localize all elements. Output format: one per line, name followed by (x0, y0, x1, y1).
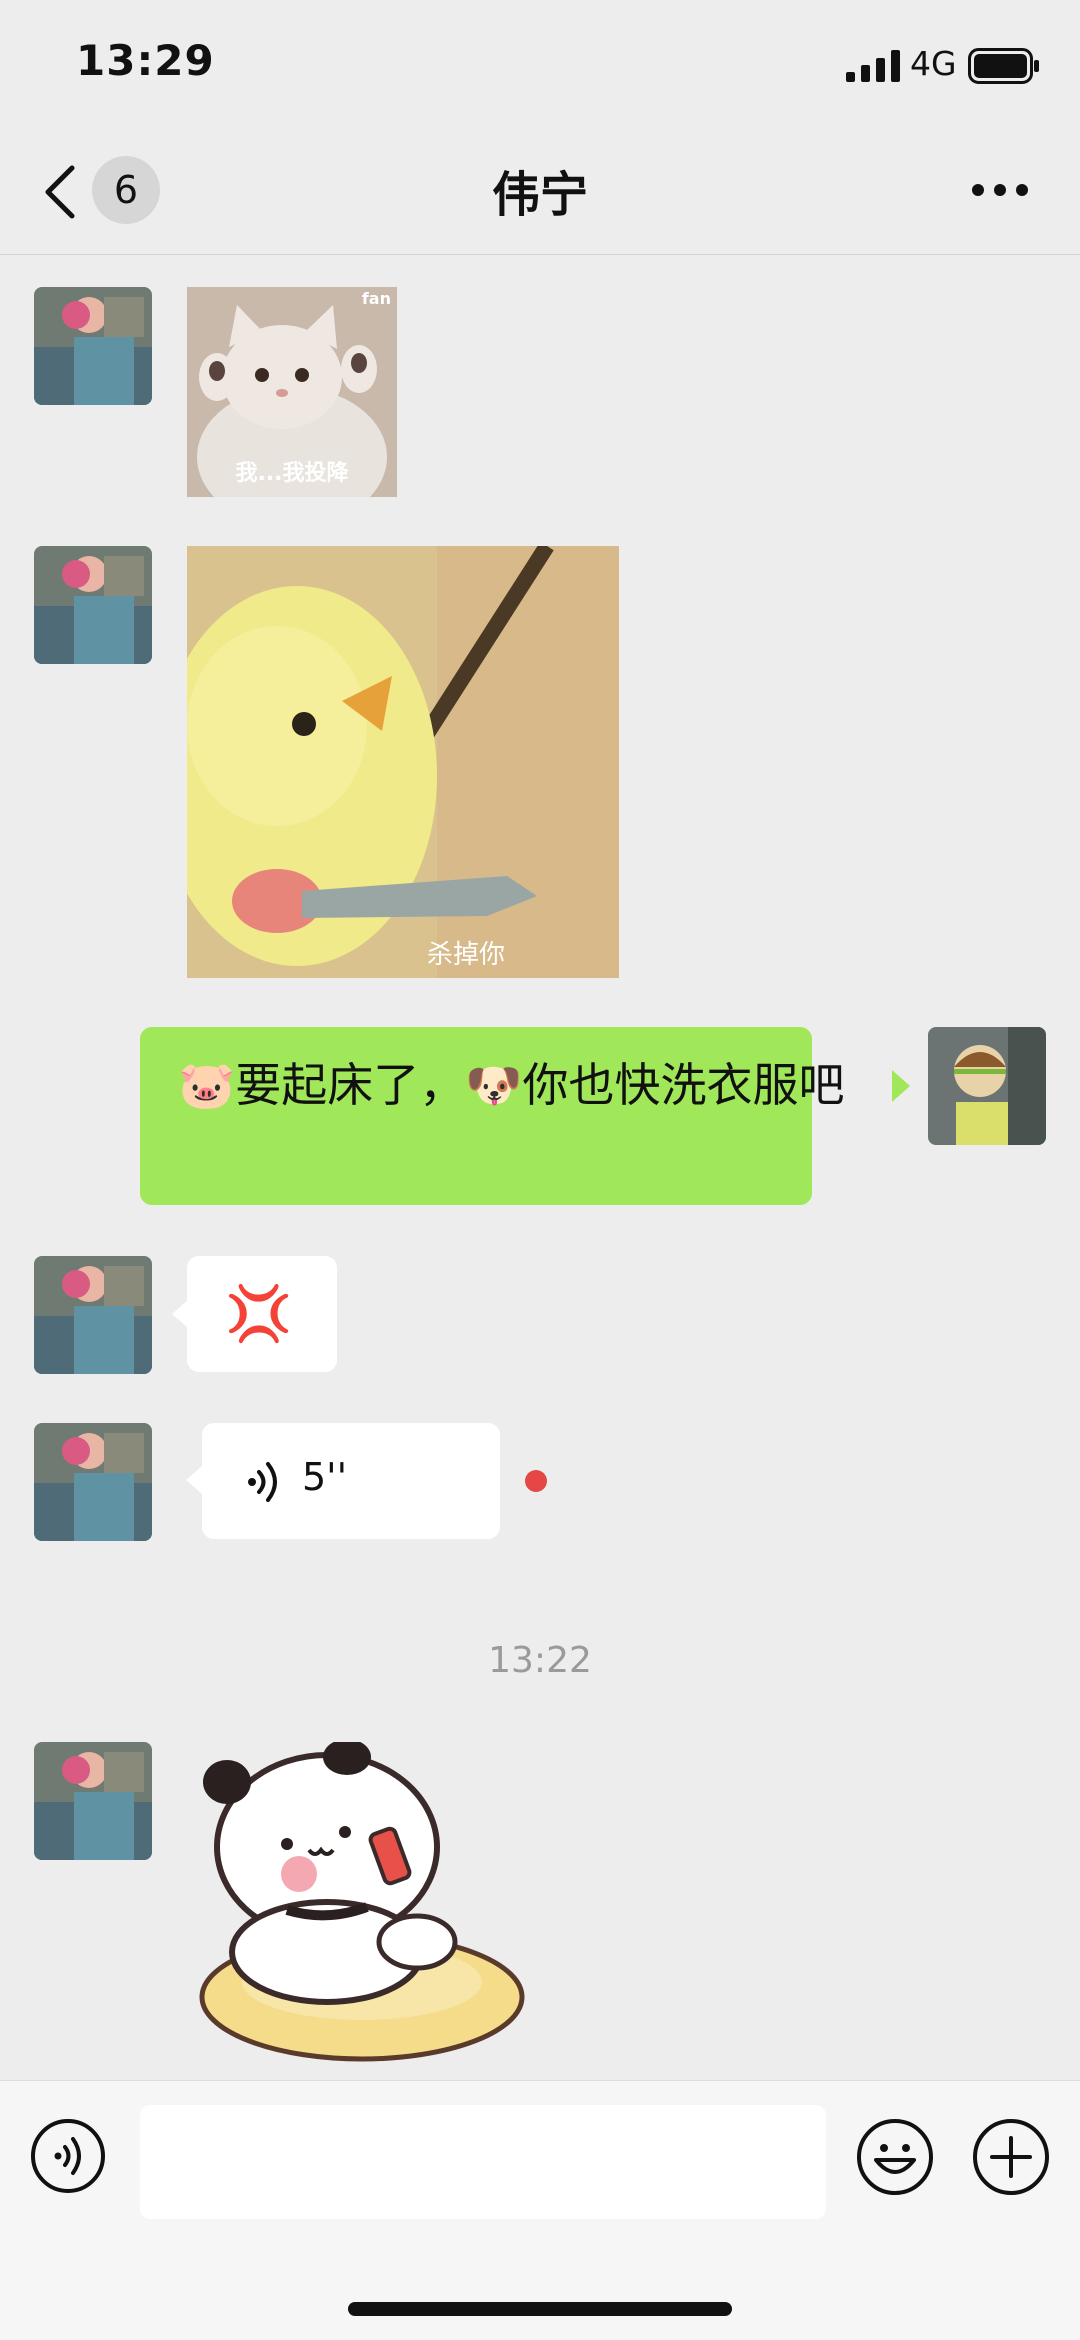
sticker-caption: 杀掉你 (427, 940, 506, 970)
bubble-tail (172, 1300, 188, 1328)
received-message-bubble[interactable]: 💢 (187, 1256, 337, 1372)
contact-avatar[interactable] (34, 1256, 152, 1374)
message-timestamp: 13:22 (488, 1640, 592, 1681)
sent-message-bubble[interactable]: 🐷要起床了，🐶你也快洗衣服吧 (140, 1027, 845, 1205)
unread-dot (525, 1470, 547, 1492)
voice-duration: 5'' (302, 1455, 348, 1499)
chat-title: 伟宁 (491, 167, 588, 223)
home-indicator[interactable] (348, 2302, 732, 2316)
chick-sticker[interactable]: 杀掉你 (187, 546, 619, 978)
battery-icon (968, 48, 1039, 84)
contact-avatar[interactable] (34, 546, 152, 664)
network-type: 4G (910, 44, 957, 83)
voice-icon[interactable] (30, 2118, 106, 2194)
signal-icon (846, 50, 900, 82)
status-time: 13:29 (76, 36, 215, 85)
panda-sticker[interactable] (187, 1742, 537, 2077)
message-input[interactable] (140, 2105, 826, 2219)
sticker-watermark: fan (361, 289, 391, 308)
contact-avatar[interactable] (34, 287, 152, 405)
my-avatar[interactable] (928, 1027, 1046, 1145)
bubble-tail (186, 1466, 202, 1494)
contact-avatar[interactable] (34, 1742, 152, 1860)
message-text: 🐷要起床了，🐶你也快洗衣服吧 (178, 1058, 845, 1112)
emoji-icon[interactable] (856, 2118, 934, 2196)
anger-emoji: 💢 (225, 1282, 293, 1345)
cat-sticker[interactable]: fan 我...我投降 (187, 287, 397, 497)
bubble-tail (892, 1070, 910, 1102)
sticker-caption: 我...我投降 (235, 461, 349, 486)
plus-icon[interactable] (972, 2118, 1050, 2196)
status-bar: 13:29 4G (0, 0, 1080, 135)
more-dots-icon[interactable] (970, 168, 1030, 212)
contact-avatar[interactable] (34, 1423, 152, 1541)
voice-message-bubble[interactable] (202, 1423, 500, 1539)
voice-wave-icon (248, 1462, 277, 1502)
